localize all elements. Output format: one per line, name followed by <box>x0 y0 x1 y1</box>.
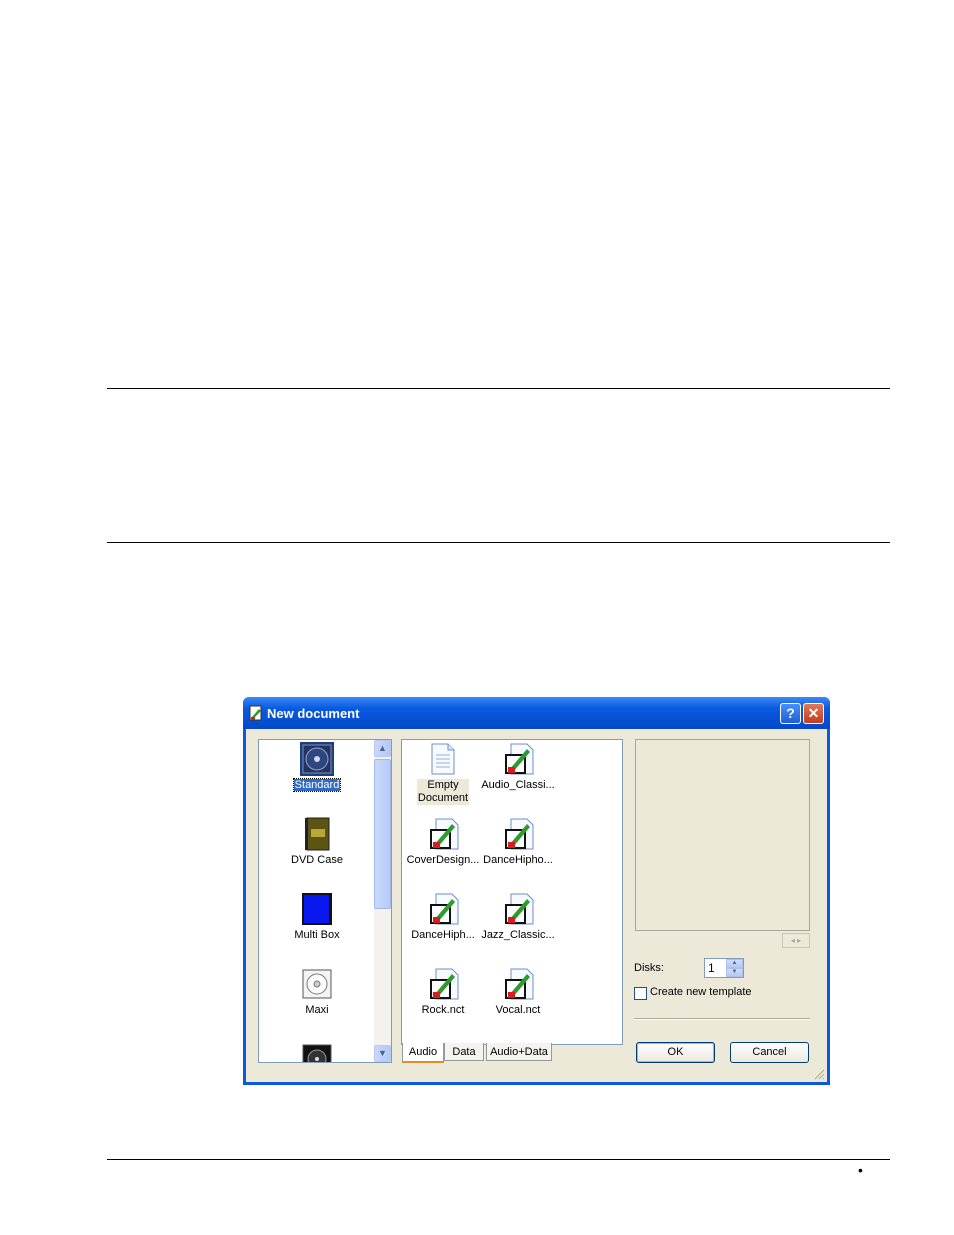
horizontal-rule-bottom <box>107 1159 890 1160</box>
standard-cd-icon <box>300 742 334 776</box>
title-bar[interactable]: New document ? ✕ <box>243 697 830 729</box>
dialog-title: New document <box>267 706 360 721</box>
scroll-up-button[interactable]: ▲ <box>374 740 391 757</box>
template-item-rock[interactable]: Rock.nct <box>405 968 481 1017</box>
category-tabs: Audio Data Audio+Data <box>401 1043 623 1063</box>
preview-pane <box>635 739 810 931</box>
vertical-scrollbar[interactable]: ▲ ▼ <box>374 740 391 1062</box>
disks-label: Disks: <box>634 962 664 974</box>
template-label: DanceHiph... <box>411 929 475 941</box>
template-file-icon <box>430 968 459 1000</box>
horizontal-rule-middle <box>107 542 890 543</box>
list-item-standard[interactable]: Standard <box>267 742 367 792</box>
dvd-case-icon <box>300 817 334 851</box>
tab-audio-data[interactable]: Audio+Data <box>486 1043 552 1061</box>
create-template-checkbox[interactable] <box>634 987 647 1000</box>
template-file-icon <box>430 818 459 850</box>
template-label: Audio_Classi... <box>481 779 555 791</box>
template-list[interactable]: Empty Document Audio_Classi... CoverDesi… <box>401 739 623 1045</box>
dialog-client-area: Standard DVD Case Multi Box Maxi ▲ ▼ Emp… <box>246 729 827 1082</box>
template-label: Vocal.nct <box>495 1004 541 1016</box>
template-item-empty-document[interactable]: Empty Document <box>405 743 481 805</box>
document-type-list[interactable]: Standard DVD Case Multi Box Maxi ▲ ▼ <box>258 739 392 1063</box>
list-item-label: DVD Case <box>291 854 343 866</box>
list-item-multi-box[interactable]: Multi Box <box>267 892 367 941</box>
template-item-jazz-classic[interactable]: Jazz_Classic... <box>480 893 556 942</box>
list-item-label: Multi Box <box>294 929 340 941</box>
empty-document-icon <box>430 743 456 775</box>
horizontal-rule-top <box>107 388 890 389</box>
template-label: Jazz_Classic... <box>481 929 555 941</box>
template-file-icon <box>505 743 534 775</box>
list-item-label: Maxi <box>305 1004 329 1016</box>
list-item-label: Standard <box>292 778 342 792</box>
help-button[interactable]: ? <box>780 703 801 724</box>
template-file-icon <box>505 818 534 850</box>
close-button[interactable]: ✕ <box>803 703 824 724</box>
list-item-maxi[interactable]: Maxi <box>267 967 367 1016</box>
page-bullet: • <box>858 1162 863 1178</box>
separator <box>634 1018 810 1020</box>
ok-button[interactable]: OK <box>636 1042 715 1063</box>
template-item-vocal[interactable]: Vocal.nct <box>480 968 556 1017</box>
maxi-icon <box>300 967 334 1001</box>
template-file-icon <box>505 893 534 925</box>
list-item-partial[interactable] <box>267 1042 367 1062</box>
app-icon <box>249 705 262 721</box>
template-file-icon <box>505 968 534 1000</box>
template-item-dancehipho[interactable]: DanceHipho... <box>480 818 556 867</box>
template-label: CoverDesign... <box>406 854 480 866</box>
list-item-dvd-case[interactable]: DVD Case <box>267 817 367 866</box>
template-item-coverdesign[interactable]: CoverDesign... <box>405 818 481 867</box>
tab-data[interactable]: Data <box>444 1043 484 1061</box>
template-item-dancehiph[interactable]: DanceHiph... <box>405 893 481 942</box>
disks-spinner[interactable]: ▲ ▼ <box>726 959 743 977</box>
spin-down-icon[interactable]: ▼ <box>726 968 743 977</box>
template-label: DanceHipho... <box>483 854 553 866</box>
cancel-button[interactable]: Cancel <box>730 1042 809 1063</box>
scroll-thumb[interactable] <box>374 759 391 909</box>
resize-grip-icon[interactable] <box>813 1068 825 1080</box>
tab-audio[interactable]: Audio <box>402 1043 444 1063</box>
scroll-down-button[interactable]: ▼ <box>374 1045 391 1062</box>
new-document-dialog: New document ? ✕ Standard DVD Case Multi… <box>243 697 830 1085</box>
black-case-icon <box>300 1042 334 1062</box>
spin-up-icon[interactable]: ▲ <box>726 959 743 968</box>
create-template-label: Create new template <box>650 986 752 998</box>
template-label: Rock.nct <box>421 1004 465 1016</box>
template-item-audio-classic[interactable]: Audio_Classi... <box>480 743 556 792</box>
multi-box-icon <box>300 892 334 926</box>
template-file-icon <box>430 893 459 925</box>
preview-scroll-arrows[interactable]: ◂ ▸ <box>782 933 810 948</box>
template-label: Empty Document <box>417 779 469 805</box>
